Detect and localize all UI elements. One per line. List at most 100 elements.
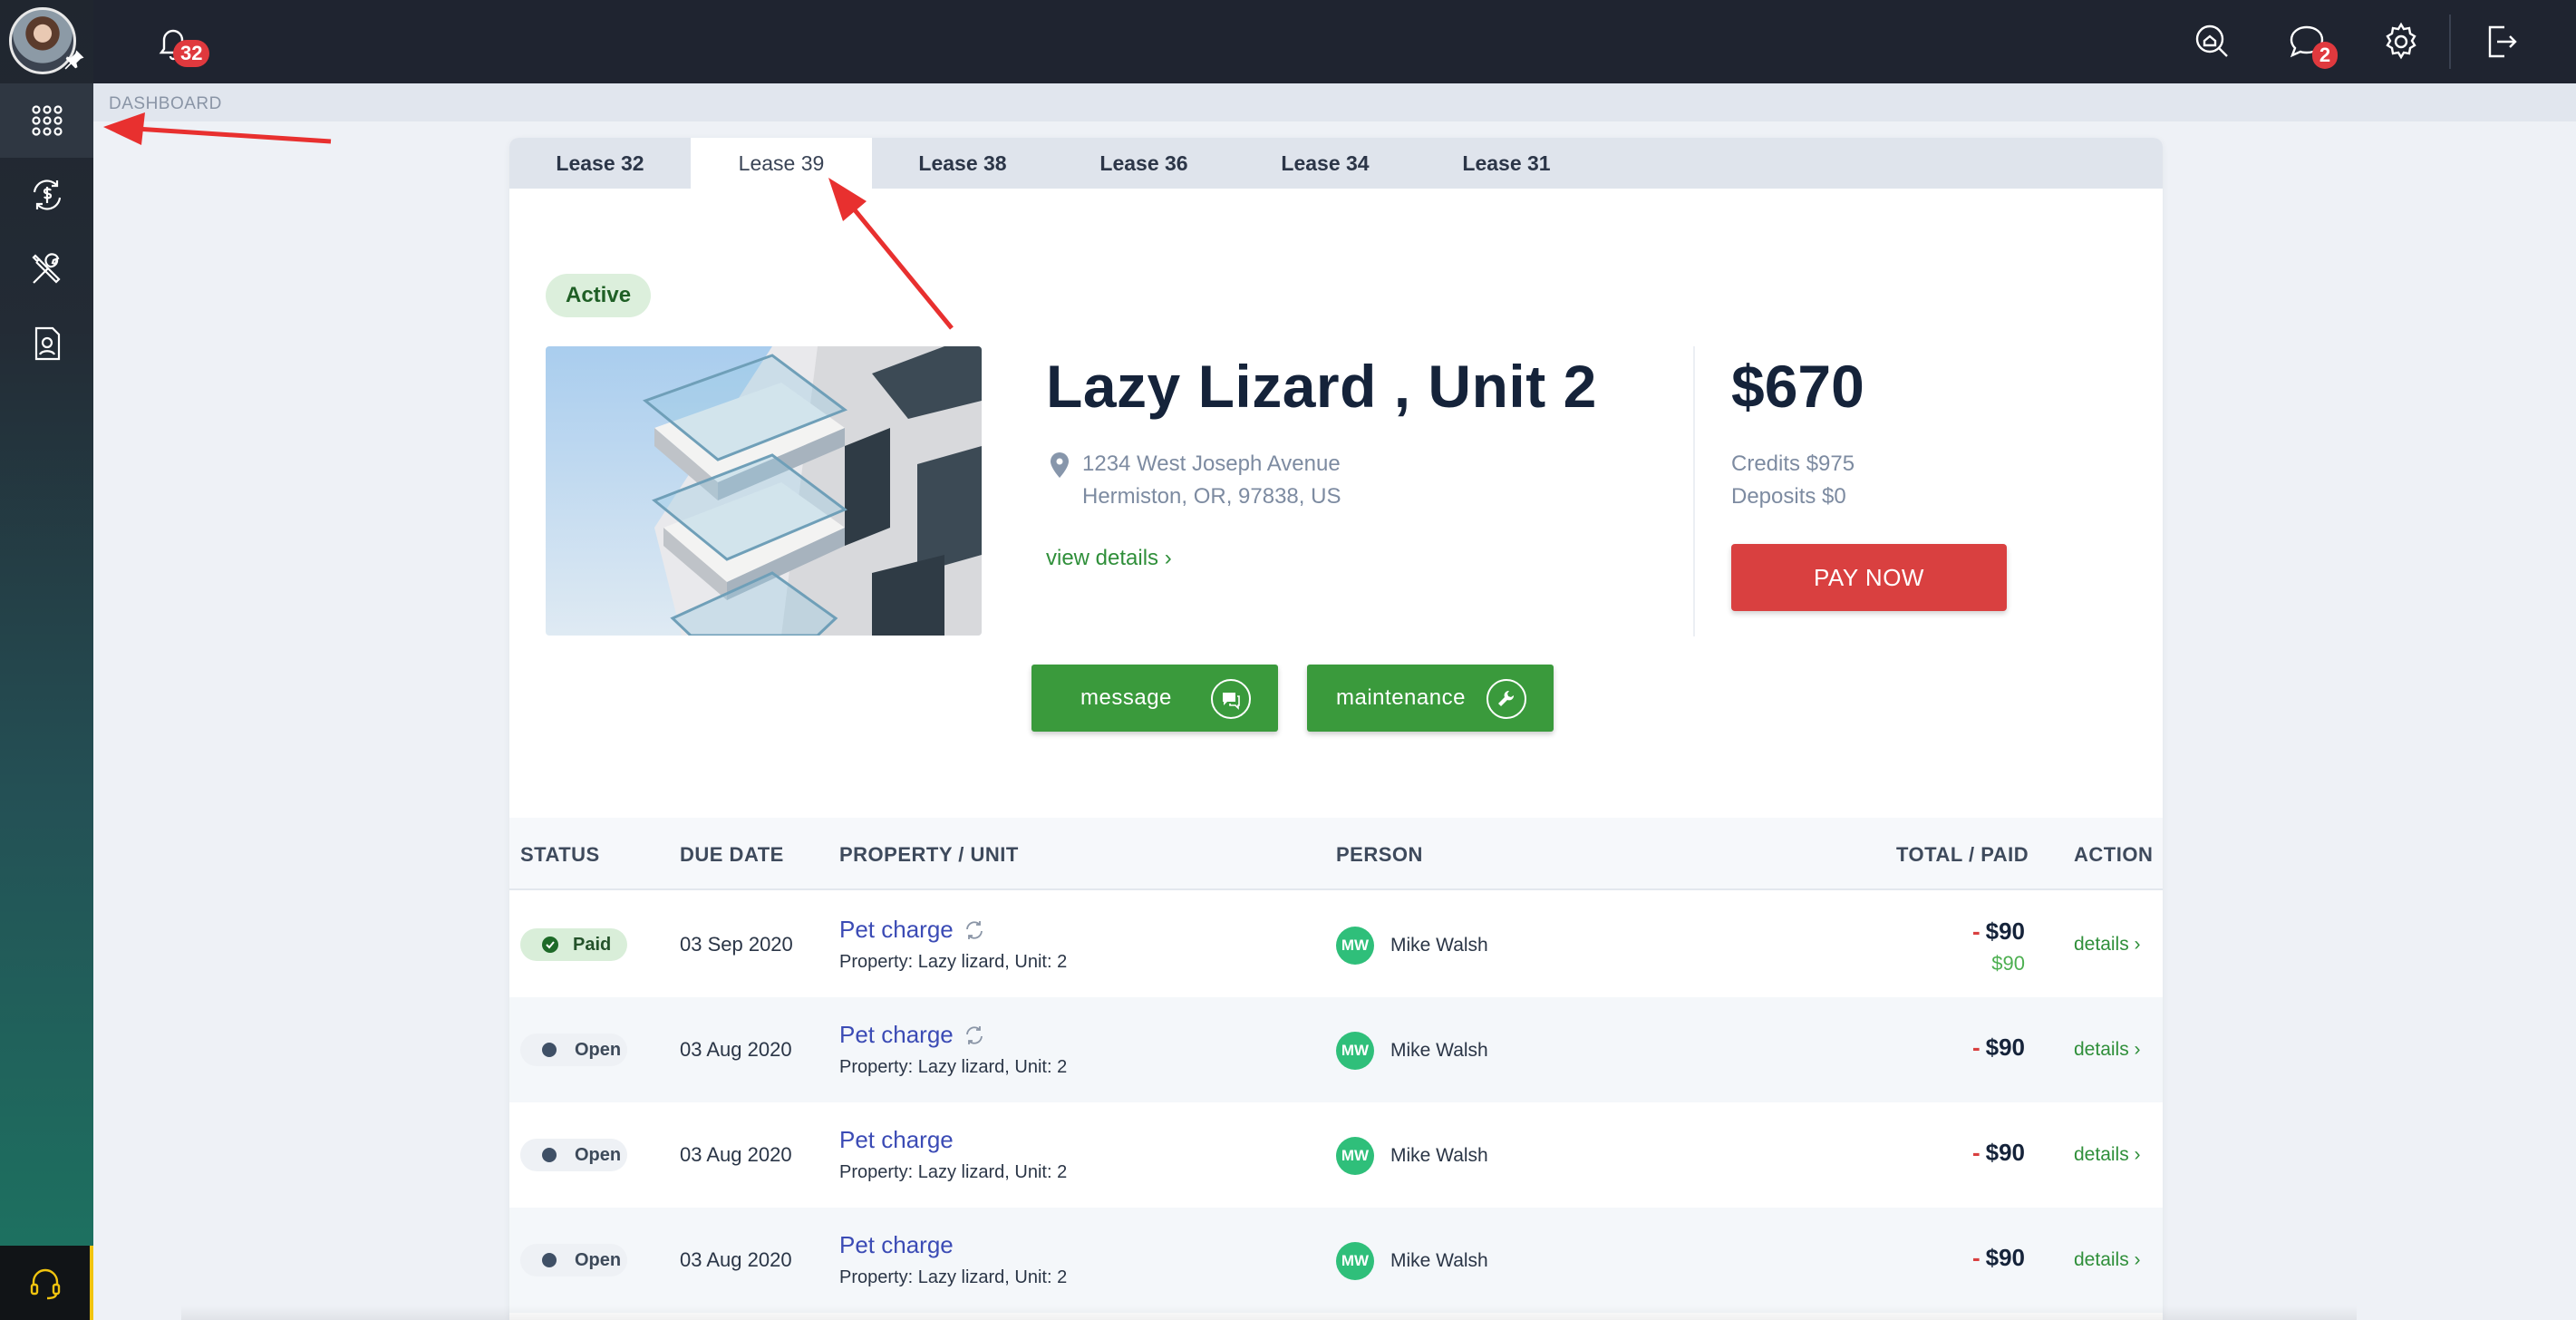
check-icon bbox=[542, 937, 558, 953]
credits-text: Credits $975 bbox=[1731, 451, 1855, 476]
sidebar-item-maintenance[interactable] bbox=[0, 232, 93, 306]
tab-lease-31[interactable]: Lease 31 bbox=[1416, 138, 1597, 189]
charge-name: Pet charge bbox=[839, 1021, 954, 1048]
negative-sign: - bbox=[1971, 1034, 1980, 1061]
total-value: $90 bbox=[1985, 1034, 2025, 1061]
settings-button[interactable] bbox=[2376, 16, 2426, 67]
status-badge: Open bbox=[520, 1034, 627, 1066]
notification-badge: 32 bbox=[173, 40, 210, 67]
dollar-cycle-icon bbox=[33, 180, 61, 210]
status-dot-icon bbox=[542, 1148, 557, 1162]
search-button[interactable] bbox=[2187, 16, 2238, 67]
total-amount: - $90 bbox=[1972, 917, 2025, 946]
address-line-2: Hermiston, OR, 97838, US bbox=[1082, 484, 1341, 509]
header-property-unit[interactable]: PROPERTY / UNIT bbox=[839, 843, 1019, 867]
breadcrumb[interactable]: DASHBOARD bbox=[109, 94, 222, 114]
lease-card: Lease 32 Lease 39 Lease 38 Lease 36 Leas… bbox=[509, 138, 2163, 1320]
property-photo bbox=[546, 346, 982, 636]
charge-name: Pet charge bbox=[839, 916, 954, 943]
logout-button[interactable] bbox=[2475, 16, 2526, 67]
due-date: 03 Sep 2020 bbox=[680, 933, 793, 956]
topbar-divider bbox=[2449, 15, 2451, 69]
messages-badge: 2 bbox=[2312, 42, 2338, 69]
message-button[interactable]: message bbox=[1031, 665, 1278, 732]
table-row[interactable]: Paid 03 Sep 2020 Pet charge Property: La… bbox=[509, 892, 2163, 997]
gear-icon bbox=[2386, 22, 2416, 60]
details-link[interactable]: details › bbox=[2074, 1249, 2141, 1271]
pay-now-button[interactable]: PAY NOW bbox=[1731, 544, 2007, 611]
status-text: Open bbox=[575, 1144, 622, 1165]
header-due-date[interactable]: DUE DATE bbox=[680, 843, 784, 867]
message-button-label: message bbox=[1080, 685, 1172, 710]
charge-link[interactable]: Pet charge bbox=[839, 1231, 954, 1259]
header-total-paid[interactable]: TOTAL / PAID bbox=[1896, 843, 2029, 867]
search-home-icon bbox=[2195, 24, 2228, 57]
total-value: $90 bbox=[1985, 1139, 2025, 1166]
due-date: 03 Aug 2020 bbox=[680, 1248, 792, 1271]
table-row[interactable]: Open 03 Aug 2020 Pet charge Property: La… bbox=[509, 1102, 2163, 1208]
sidebar-item-dashboard[interactable] bbox=[0, 83, 93, 158]
charge-link[interactable]: Pet charge bbox=[839, 1021, 986, 1049]
property-unit-text: Property: Lazy lizard, Unit: 2 bbox=[839, 1267, 1068, 1287]
status-dot-icon bbox=[542, 1253, 557, 1267]
message-icon bbox=[1211, 679, 1251, 719]
charge-name: Pet charge bbox=[839, 1126, 954, 1153]
sidebar-item-payments[interactable] bbox=[0, 158, 93, 232]
negative-sign: - bbox=[1971, 1139, 1980, 1166]
headset-icon bbox=[30, 1268, 60, 1300]
tab-lease-34[interactable]: Lease 34 bbox=[1235, 138, 1416, 189]
lease-status-badge: Active bbox=[546, 274, 652, 317]
status-text: Open bbox=[575, 1039, 622, 1060]
tools-icon bbox=[31, 253, 61, 284]
maintenance-button[interactable]: maintenance bbox=[1307, 665, 1554, 732]
support-button[interactable] bbox=[0, 1246, 93, 1320]
person-avatar: MW bbox=[1336, 927, 1374, 965]
total-value: $90 bbox=[1985, 1244, 2025, 1271]
person-name: Mike Walsh bbox=[1390, 1145, 1488, 1166]
status-badge: Paid bbox=[520, 928, 627, 961]
charge-link[interactable]: Pet charge bbox=[839, 1126, 954, 1154]
property-unit-text: Property: Lazy lizard, Unit: 2 bbox=[839, 952, 1068, 972]
table-row[interactable]: Open 03 Aug 2020 Pet charge Property: La… bbox=[509, 997, 2163, 1102]
details-link[interactable]: details › bbox=[2074, 934, 2141, 956]
person-name: Mike Walsh bbox=[1390, 1040, 1488, 1061]
wrench-icon bbox=[1487, 679, 1526, 719]
charge-link[interactable]: Pet charge bbox=[839, 916, 986, 944]
view-details-link[interactable]: view details › bbox=[1046, 546, 1172, 571]
tab-lease-39[interactable]: Lease 39 bbox=[691, 138, 872, 189]
tab-lease-38[interactable]: Lease 38 bbox=[872, 138, 1053, 189]
person-avatar: MW bbox=[1336, 1032, 1374, 1070]
sidebar-item-contacts[interactable] bbox=[0, 306, 93, 381]
sidebar bbox=[0, 0, 93, 1320]
total-amount: - $90 bbox=[1972, 1139, 2025, 1167]
breadcrumb-bar: DASHBOARD bbox=[93, 83, 2576, 121]
total-amount: - $90 bbox=[1972, 1034, 2025, 1062]
address-line-1: 1234 West Joseph Avenue bbox=[1082, 451, 1341, 476]
negative-sign: - bbox=[1971, 917, 1980, 945]
status-text: Paid bbox=[573, 934, 612, 955]
table-row[interactable]: Open 03 Aug 2020 Pet charge Property: La… bbox=[509, 1208, 2163, 1313]
status-dot-icon bbox=[542, 1043, 557, 1057]
person-name: Mike Walsh bbox=[1390, 1250, 1488, 1271]
section-divider bbox=[1693, 346, 1695, 636]
person-name: Mike Walsh bbox=[1390, 935, 1488, 956]
lease-tabs: Lease 32 Lease 39 Lease 38 Lease 36 Leas… bbox=[509, 138, 2163, 189]
status-badge: Open bbox=[520, 1244, 627, 1276]
negative-sign: - bbox=[1971, 1244, 1980, 1271]
due-date: 03 Aug 2020 bbox=[680, 1143, 792, 1166]
tab-lease-36[interactable]: Lease 36 bbox=[1053, 138, 1235, 189]
property-unit-text: Property: Lazy lizard, Unit: 2 bbox=[839, 1057, 1068, 1077]
charge-name: Pet charge bbox=[839, 1231, 954, 1258]
table-header: STATUS DUE DATE PROPERTY / UNIT PERSON T… bbox=[509, 818, 2163, 890]
header-person[interactable]: PERSON bbox=[1336, 843, 1423, 867]
recurring-icon bbox=[965, 1025, 983, 1044]
details-link[interactable]: details › bbox=[2074, 1039, 2141, 1061]
details-link[interactable]: details › bbox=[2074, 1144, 2141, 1166]
pin-icon[interactable] bbox=[62, 47, 87, 73]
arrow-to-dashboard-icon bbox=[135, 126, 332, 144]
grid-icon bbox=[31, 105, 63, 136]
top-bar: 32 2 bbox=[93, 0, 2576, 83]
header-status[interactable]: STATUS bbox=[520, 843, 600, 867]
maintenance-button-label: maintenance bbox=[1336, 685, 1466, 710]
tab-lease-32[interactable]: Lease 32 bbox=[509, 138, 691, 189]
